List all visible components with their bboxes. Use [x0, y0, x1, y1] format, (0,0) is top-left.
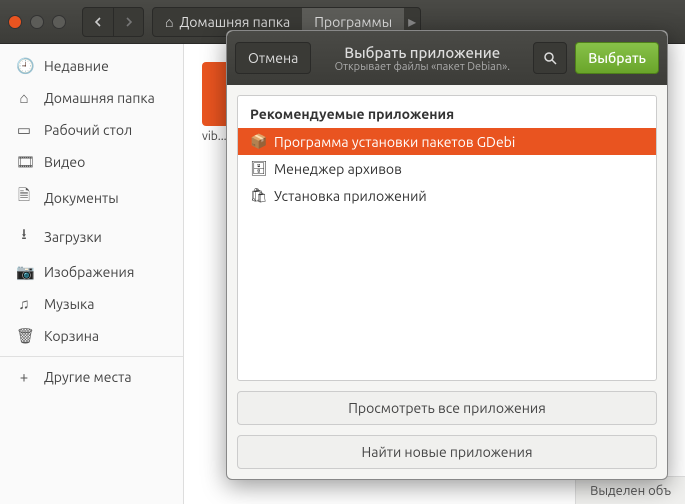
sidebar-item-label: Рабочий стол: [44, 122, 132, 138]
status-text: Выделен объ: [590, 484, 671, 498]
sidebar-item-label: Изображения: [44, 264, 134, 280]
sidebar-item-downloads[interactable]: ⭳ Загрузки: [0, 217, 183, 256]
find-new-label: Найти новые приложения: [361, 444, 532, 460]
breadcrumb-label: Домашняя папка: [179, 14, 290, 30]
select-label: Выбрать: [588, 50, 646, 66]
list-header: Рекомендуемые приложения: [238, 96, 656, 128]
camera-icon: 📷: [16, 263, 32, 281]
desktop-icon: ▭: [16, 121, 32, 139]
app-item-archive[interactable]: 🗄 Менеджер архивов: [238, 155, 656, 182]
plus-icon: +: [16, 368, 32, 385]
sidebar-item-label: Домашняя папка: [44, 90, 155, 106]
sidebar-item-label: Видео: [44, 154, 85, 170]
sidebar-item-desktop[interactable]: ▭ Рабочий стол: [0, 114, 183, 146]
sidebar-item-documents[interactable]: 🗎 Документы: [0, 178, 183, 217]
download-icon: ⭳: [16, 224, 32, 249]
search-icon: [543, 51, 557, 65]
sidebar-item-home[interactable]: ⌂ Домашняя папка: [0, 82, 183, 114]
sidebar-item-label: Другие места: [44, 369, 132, 385]
home-icon: ⌂: [165, 14, 173, 30]
doc-icon: 🗎: [16, 185, 32, 210]
dialog-body: Рекомендуемые приложения 📦 Программа уст…: [227, 85, 667, 479]
app-item-software[interactable]: 🛍 Установка приложений: [238, 182, 656, 209]
sidebar-item-trash[interactable]: 🗑 Корзина: [0, 320, 183, 352]
chevron-right-icon: ▸: [404, 12, 420, 31]
breadcrumb-label: Программы: [314, 14, 392, 30]
sidebar-item-label: Недавние: [44, 58, 109, 74]
app-chooser-dialog: Отмена Выбрать приложение Открывает файл…: [226, 30, 668, 480]
cancel-button[interactable]: Отмена: [235, 42, 311, 74]
dialog-header: Отмена Выбрать приложение Открывает файл…: [227, 31, 667, 85]
window-controls: [8, 15, 66, 29]
sidebar-item-music[interactable]: ♫ Музыка: [0, 288, 183, 320]
sidebar-item-label: Корзина: [44, 328, 99, 344]
sidebar-item-video[interactable]: 🎞 Видео: [0, 146, 183, 178]
package-icon: 📦: [250, 133, 266, 150]
sidebar-item-recent[interactable]: 🕘 Недавние: [0, 50, 183, 82]
app-label: Менеджер архивов: [274, 161, 402, 177]
close-window-button[interactable]: [8, 15, 22, 29]
software-icon: 🛍: [250, 187, 266, 204]
nav-buttons: [82, 7, 144, 37]
trash-icon: 🗑: [16, 327, 32, 345]
divider: [0, 356, 183, 357]
sidebar-item-label: Музыка: [44, 296, 94, 312]
app-label: Программа установки пакетов GDebi: [274, 134, 515, 150]
view-all-button[interactable]: Просмотреть все приложения: [237, 391, 657, 425]
search-button[interactable]: [533, 42, 567, 74]
app-item-gdebi[interactable]: 📦 Программа установки пакетов GDebi: [238, 128, 656, 155]
archive-icon: 🗄: [250, 160, 266, 177]
dialog-title: Выбрать приложение: [319, 44, 525, 61]
view-all-label: Просмотреть все приложения: [348, 400, 546, 416]
status-bar: Выделен объ: [575, 476, 685, 504]
sidebar-item-label: Загрузки: [44, 229, 102, 245]
video-icon: 🎞: [16, 153, 32, 171]
select-button[interactable]: Выбрать: [575, 42, 659, 74]
cancel-label: Отмена: [248, 50, 298, 66]
back-button[interactable]: [83, 8, 113, 36]
dialog-title-wrap: Выбрать приложение Открывает файлы «паке…: [319, 44, 525, 73]
app-list: Рекомендуемые приложения 📦 Программа уст…: [237, 95, 657, 381]
home-icon: ⌂: [16, 89, 32, 107]
sidebar-item-pictures[interactable]: 📷 Изображения: [0, 256, 183, 288]
sidebar-item-label: Документы: [44, 190, 119, 206]
maximize-window-button[interactable]: [52, 15, 66, 29]
sidebar: 🕘Недавние ⌂Домашняя папка ▭Рабочий стол …: [0, 44, 184, 504]
find-new-button[interactable]: Найти новые приложения: [237, 435, 657, 469]
music-icon: ♫: [16, 295, 32, 313]
minimize-window-button[interactable]: [30, 15, 44, 29]
sidebar-item-other[interactable]: + Другие места: [0, 361, 183, 392]
dialog-subtitle: Открывает файлы «пакет Debian».: [319, 61, 525, 73]
forward-button[interactable]: [113, 8, 143, 36]
clock-icon: 🕘: [16, 57, 32, 75]
app-label: Установка приложений: [274, 188, 427, 204]
